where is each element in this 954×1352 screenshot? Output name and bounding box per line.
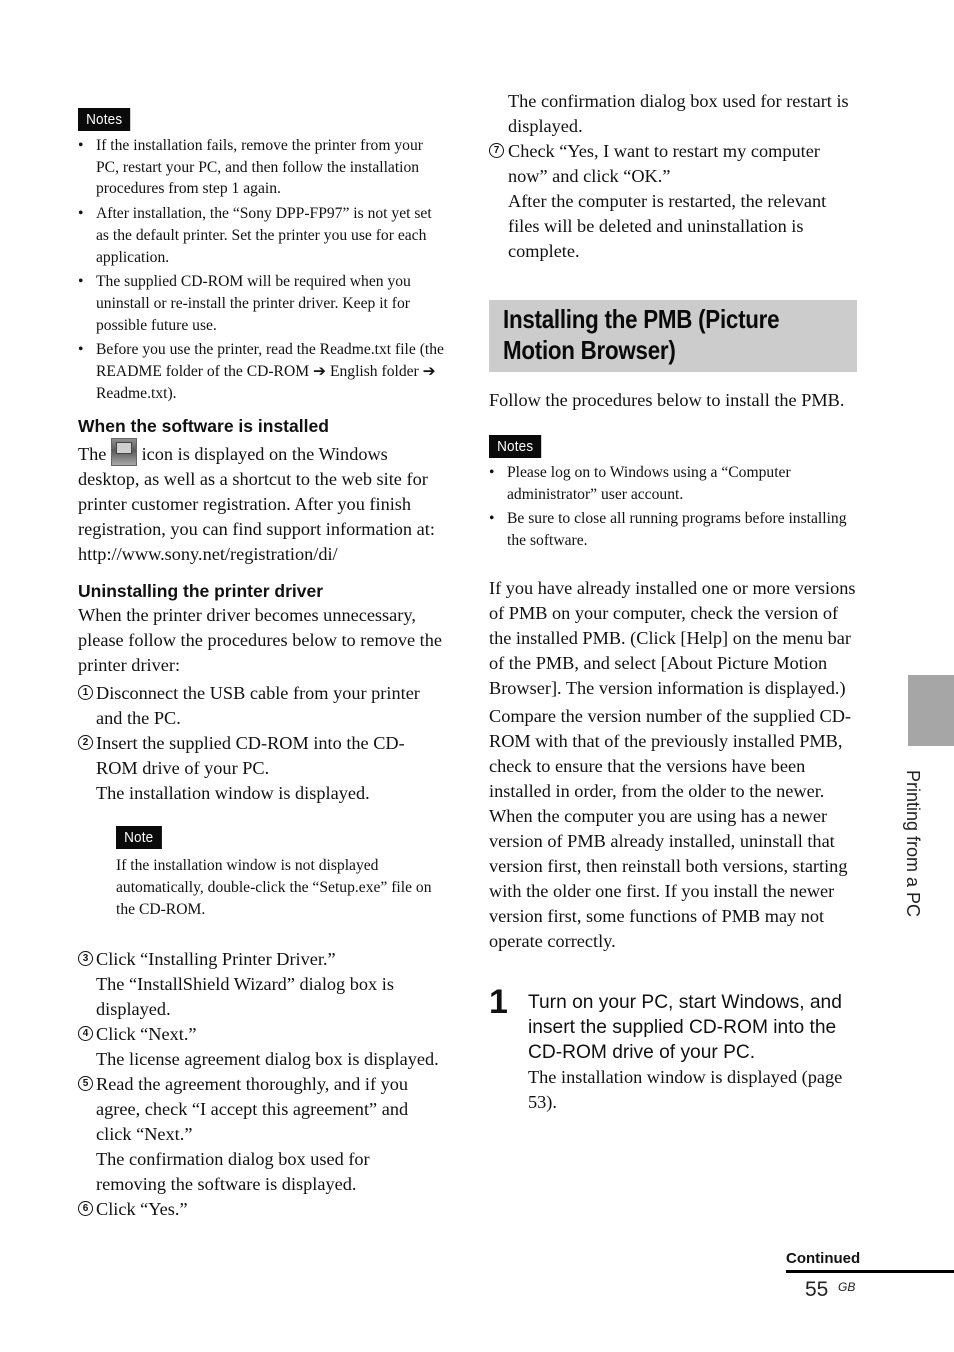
bullet-icon: • xyxy=(489,464,495,481)
step-item: 2 Insert the supplied CD-ROM into the CD… xyxy=(78,731,444,806)
installed-heading: When the software is installed xyxy=(78,416,329,437)
step-item: 6 Click “Yes.” xyxy=(78,1197,444,1222)
version-compare-paragraph: Compare the version number of the suppli… xyxy=(489,705,851,951)
uninstall-heading: Uninstalling the printer driver xyxy=(78,581,324,602)
note-block: Note If the installation window is not d… xyxy=(116,826,444,920)
step-result: After the computer is restarted, the rel… xyxy=(508,191,827,261)
left-column: Notes • If the installation fails, remove… xyxy=(78,108,444,1222)
step-item: 5 Read the agreement thoroughly, and if … xyxy=(78,1072,444,1197)
step-result: The confirmation dialog box used for rem… xyxy=(96,1148,370,1194)
step-result: The installation window is displayed (pa… xyxy=(528,1066,843,1112)
intro-paragraph: Follow the procedures below to install t… xyxy=(489,390,845,410)
step-result: The license agreement dialog box is disp… xyxy=(96,1048,439,1069)
bullet-icon: • xyxy=(78,205,84,223)
bullet-icon: • xyxy=(78,273,84,291)
footer-rule xyxy=(786,1270,954,1273)
bullet-icon: • xyxy=(78,341,84,359)
steps-group: 3 Click “Installing Printer Driver.” The… xyxy=(78,947,444,1222)
circled-number-icon: 4 xyxy=(78,1025,93,1041)
installed-paragraph: The icon is displayed on the Windows des… xyxy=(78,438,444,567)
big-step: 1 Turn on your PC, start Windows, and in… xyxy=(489,983,857,1115)
note-label: Note xyxy=(116,826,162,850)
notes-list: • If the installation fails, remove the p… xyxy=(78,135,444,404)
note-item: • The supplied CD-ROM will be required wh… xyxy=(78,273,411,334)
version-check-paragraph: If you have already installed one or mor… xyxy=(489,577,856,698)
chapter-tab xyxy=(908,675,954,746)
step-number: 1 xyxy=(489,982,508,1021)
circled-number-icon: 1 xyxy=(78,685,93,701)
bullet-icon: • xyxy=(489,510,495,528)
uninstall-intro: When the printer driver becomes unnecess… xyxy=(78,605,442,676)
note-text: If the installation window is not displa… xyxy=(116,857,432,918)
right-column: The confirmation dialog box used for res… xyxy=(489,89,857,1115)
note-item: • Before you use the printer, read the Re… xyxy=(78,341,444,402)
notes-label: Notes xyxy=(78,108,131,131)
step-result: The “InstallShield Wizard” dialog box is… xyxy=(96,973,394,1019)
page-number: 55 xyxy=(805,1278,829,1301)
circled-number-icon: 7 xyxy=(489,143,504,158)
step-item: 3 Click “Installing Printer Driver.” The… xyxy=(78,947,444,1022)
chapter-label: Printing from a PC xyxy=(903,770,923,918)
step-item: 1 Disconnect the USB cable from your pri… xyxy=(78,681,444,731)
circled-number-icon: 5 xyxy=(78,1075,93,1091)
note-item: • After installation, the “Sony DPP-FP97”… xyxy=(78,205,432,266)
notes-label: Notes xyxy=(489,435,542,458)
bullet-icon: • xyxy=(78,137,84,154)
circled-number-icon: 6 xyxy=(78,1200,93,1216)
continued-result: The confirmation dialog box used for res… xyxy=(508,91,849,136)
printer-customer-registration-icon xyxy=(111,438,137,467)
step-result: The installation window is displayed. xyxy=(96,783,370,804)
continued-label: Continued xyxy=(786,1250,861,1267)
page-suffix: GB xyxy=(838,1280,856,1294)
note-item: • If the installation fails, remove the p… xyxy=(78,137,423,198)
circled-number-icon: 2 xyxy=(78,735,93,751)
step-item: 7 Check “Yes, I want to restart my compu… xyxy=(489,139,857,264)
step-instruction: Turn on your PC, start Windows, and inse… xyxy=(528,991,842,1063)
notes-block: Notes • Please log on to Windows using a … xyxy=(489,435,857,552)
note-item: • Please log on to Windows using a “Compu… xyxy=(489,464,791,503)
section-title: Installing the PMB (Picture Motion Brows… xyxy=(489,300,857,372)
note-item: • Be sure to close all running programs b… xyxy=(489,510,847,550)
step-item: 4 Click “Next.” The license agreement di… xyxy=(78,1022,444,1072)
notes-list: • Please log on to Windows using a “Compu… xyxy=(489,462,857,552)
circled-number-icon: 3 xyxy=(78,950,93,966)
